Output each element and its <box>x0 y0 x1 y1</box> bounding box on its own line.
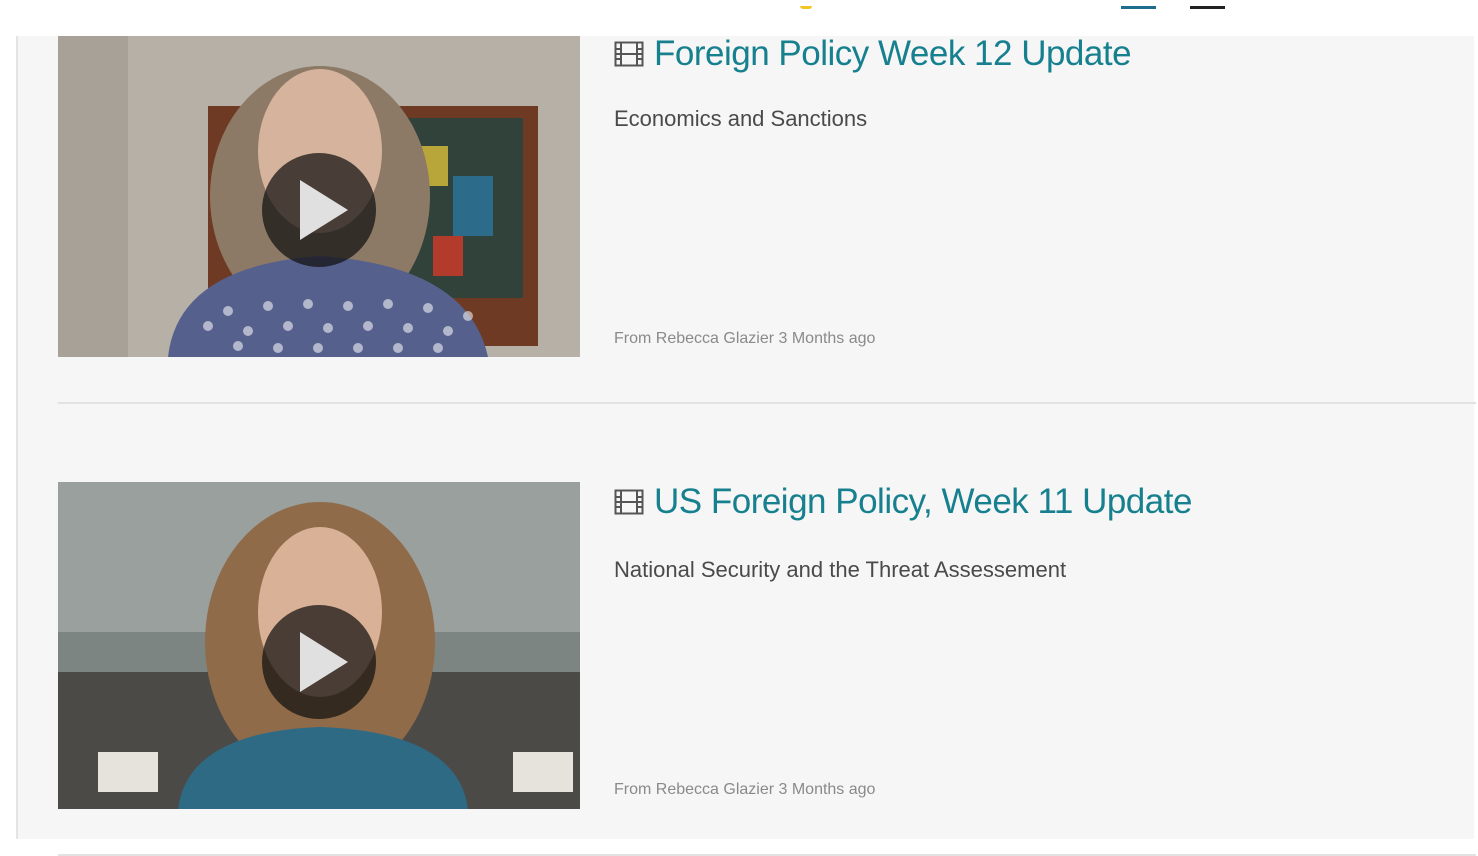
media-title-link[interactable]: Foreign Policy Week 12 Update <box>654 34 1132 74</box>
media-title-link[interactable]: US Foreign Policy, Week 11 Update <box>654 482 1192 522</box>
media-title-row: Foreign Policy Week 12 Update <box>614 34 1132 74</box>
film-icon <box>614 41 644 67</box>
film-icon <box>614 489 644 515</box>
media-list: Foreign Policy Week 12 Update Economics … <box>16 34 1476 856</box>
thumbnail-image <box>58 36 580 357</box>
media-title-row: US Foreign Policy, Week 11 Update <box>614 482 1192 522</box>
list-divider <box>58 402 1476 404</box>
media-list-item: US Foreign Policy, Week 11 Update Nation… <box>58 416 1476 856</box>
media-byline: From Rebecca Glazier 3 Months ago <box>614 330 876 347</box>
media-description: Economics and Sanctions <box>614 106 868 131</box>
video-thumbnail[interactable] <box>58 482 580 809</box>
media-list-item: Foreign Policy Week 12 Update Economics … <box>58 0 1476 404</box>
media-byline: From Rebecca Glazier 3 Months ago <box>614 781 876 798</box>
thumbnail-image <box>58 482 580 809</box>
media-description: National Security and the Threat Assesse… <box>614 557 1067 582</box>
video-thumbnail[interactable] <box>58 36 580 357</box>
